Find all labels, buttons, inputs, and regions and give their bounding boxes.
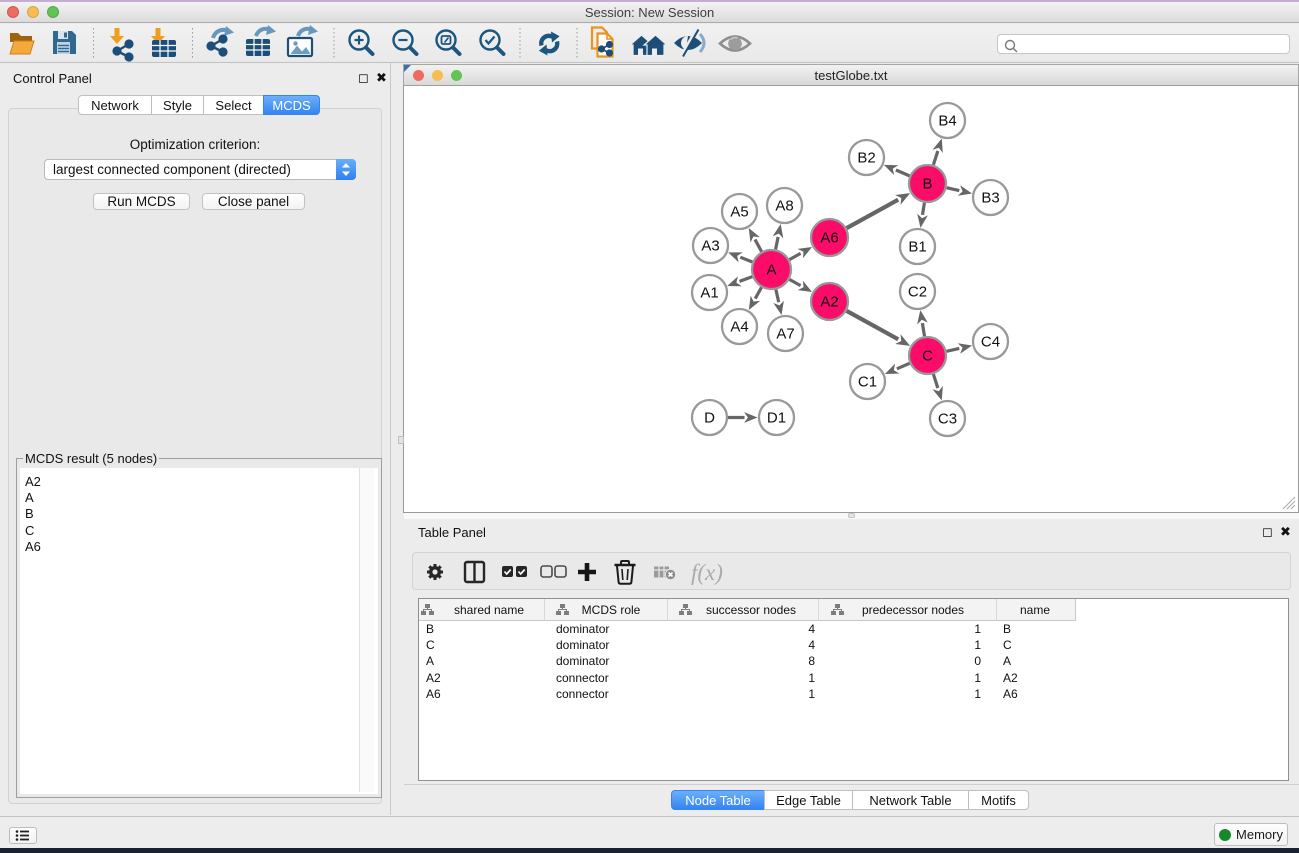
svg-text:predecessor nodes: predecessor nodes: [862, 603, 964, 617]
svg-text:A7: A7: [776, 326, 794, 343]
svg-text:successor nodes: successor nodes: [706, 603, 796, 617]
svg-text:D1: D1: [767, 410, 786, 427]
svg-text:A3: A3: [701, 238, 719, 255]
svg-text:C2: C2: [908, 284, 927, 301]
svg-text:C3: C3: [938, 411, 957, 428]
svg-text:A2: A2: [820, 294, 838, 311]
svg-text:C: C: [922, 348, 933, 365]
svg-text:A: A: [766, 262, 776, 279]
svg-text:C4: C4: [981, 334, 1000, 351]
svg-text:A5: A5: [730, 204, 748, 221]
svg-text:B2: B2: [857, 150, 875, 167]
svg-text:A8: A8: [775, 198, 793, 215]
svg-text:D: D: [704, 410, 715, 427]
svg-text:shared name: shared name: [454, 603, 524, 617]
svg-text:C1: C1: [858, 374, 877, 391]
svg-text:A4: A4: [730, 319, 748, 336]
svg-text:B1: B1: [908, 239, 926, 256]
svg-text:B: B: [922, 176, 932, 193]
svg-text:name: name: [1020, 603, 1050, 617]
svg-text:f(x): f(x): [691, 560, 723, 585]
svg-text:A1: A1: [700, 285, 718, 302]
svg-text:B3: B3: [981, 190, 999, 207]
svg-text:A6: A6: [820, 230, 838, 247]
svg-text:B4: B4: [938, 113, 956, 130]
svg-text:MCDS role: MCDS role: [582, 603, 641, 617]
